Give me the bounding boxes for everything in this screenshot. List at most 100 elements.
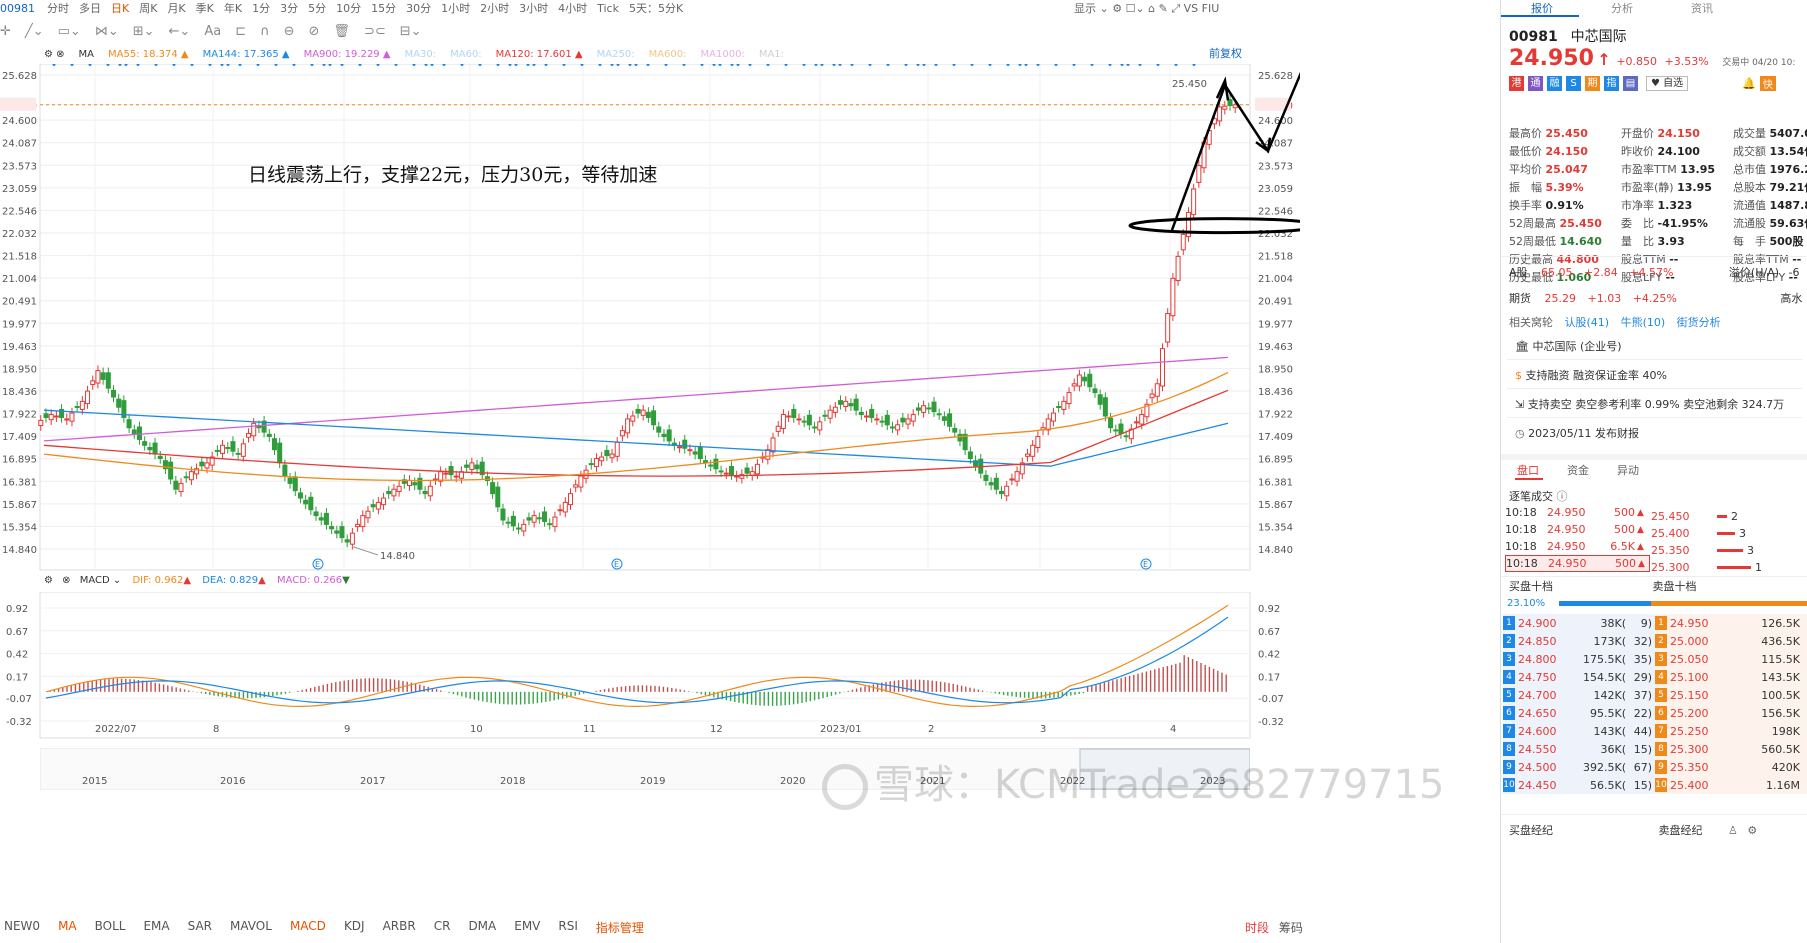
macd-chart[interactable]: 0.92 0.92 0.67 0.67 0.42 0.42 0.17 0.17 -0.07 -0.… bbox=[0, 592, 1300, 742]
indicator-tab[interactable]: SAR bbox=[188, 919, 212, 937]
indicator-tab[interactable]: CR bbox=[434, 919, 451, 937]
ask-level[interactable]: 4 25.100 143.5K bbox=[1655, 668, 1807, 686]
indicator-tab[interactable]: MACD bbox=[290, 919, 326, 937]
short-badge-icon[interactable]: S bbox=[1566, 76, 1581, 91]
ma-settings-icon[interactable]: ⚙ ⊗ bbox=[44, 49, 65, 63]
period-tab[interactable]: 日K bbox=[111, 0, 129, 16]
indicator-tab[interactable]: EMV bbox=[514, 919, 540, 937]
futures-row[interactable]: 期货 25.29 +1.03 +4.25% 高水 bbox=[1509, 290, 1802, 306]
ask-level[interactable]: 3 25.050 115.5K bbox=[1655, 650, 1807, 668]
period-tab[interactable]: 季K bbox=[196, 0, 214, 16]
tab-quote[interactable]: 报价 bbox=[1531, 0, 1553, 16]
bid-level[interactable]: 7 24.600 143K(44) bbox=[1503, 722, 1655, 740]
period-tab[interactable]: 3小时 bbox=[519, 0, 548, 16]
bid-level[interactable]: 1 24.900 38K(9) bbox=[1503, 614, 1655, 632]
index-badge-icon[interactable]: 指 bbox=[1604, 76, 1619, 91]
bid-level[interactable]: 9 24.500 392.5K(67) bbox=[1503, 758, 1655, 776]
macd-close-icon[interactable]: ⊗ bbox=[62, 575, 70, 586]
period-tab[interactable]: 1小时 bbox=[441, 0, 470, 16]
ask-level[interactable]: 9 25.350 420K bbox=[1655, 758, 1807, 776]
period-tab[interactable]: 30分 bbox=[406, 0, 431, 16]
chevron-down-icon[interactable]: ⌄ bbox=[113, 575, 121, 586]
indicator-tab[interactable]: BOLL bbox=[95, 919, 126, 937]
period-tab[interactable]: 2小时 bbox=[480, 0, 509, 16]
period-tab[interactable]: 年K bbox=[224, 0, 242, 16]
tab-anomaly[interactable]: 异动 bbox=[1617, 462, 1639, 478]
bid-level[interactable]: 2 24.850 173K(32) bbox=[1503, 632, 1655, 650]
ask-level[interactable]: 2 25.000 436.5K bbox=[1655, 632, 1807, 650]
indicator-tab[interactable]: MAVOL bbox=[230, 919, 272, 937]
period-tab[interactable]: 周K bbox=[139, 0, 157, 16]
bell-icon[interactable]: 🔔 bbox=[1742, 77, 1756, 90]
period-tab[interactable]: Tick bbox=[597, 2, 619, 15]
ask-level[interactable]: 7 25.250 198K bbox=[1655, 722, 1807, 740]
qfq-toggle[interactable]: 前复权 bbox=[1209, 45, 1242, 61]
crosshair-icon[interactable]: ✛ bbox=[0, 24, 11, 39]
bull-bear-link[interactable]: 牛熊(10) bbox=[1621, 316, 1666, 329]
ask-level[interactable]: 6 25.200 156.5K bbox=[1655, 704, 1807, 722]
layout-icon[interactable]: ⊟⌄ bbox=[400, 24, 422, 39]
period-tab[interactable]: 多日 bbox=[79, 0, 101, 16]
bid-level[interactable]: 10 24.450 56.5K(15) bbox=[1503, 776, 1655, 794]
bid-level[interactable]: 3 24.800 175.5K(35) bbox=[1503, 650, 1655, 668]
quick-trade-button[interactable]: 快 bbox=[1759, 76, 1776, 91]
hk-badge-icon[interactable]: 港 bbox=[1509, 76, 1524, 91]
trash-icon[interactable]: 🗑 bbox=[333, 24, 350, 39]
text-tool-icon[interactable]: Aa bbox=[204, 24, 221, 39]
indicator-tab[interactable]: RSI bbox=[558, 919, 578, 937]
doc-badge-icon[interactable]: ▤ bbox=[1623, 76, 1638, 91]
margin-badge-icon[interactable]: 融 bbox=[1547, 76, 1562, 91]
period-tab[interactable]: 1分 bbox=[252, 0, 270, 16]
bid-level[interactable]: 4 24.750 154.5K(29) bbox=[1503, 668, 1655, 686]
indicator-tab[interactable]: ARBR bbox=[383, 919, 416, 937]
stock-code-tab[interactable]: 00981 bbox=[0, 2, 35, 15]
period-tab[interactable]: 10分 bbox=[336, 0, 361, 16]
indicator-tab[interactable]: DMA bbox=[468, 919, 496, 937]
ask-level[interactable]: 10 25.400 1.16M bbox=[1655, 776, 1807, 794]
candlestick-chart[interactable]: 25.62825.62824.95024.95024.60024.60024.0… bbox=[0, 64, 1300, 574]
indicator-tab[interactable]: MA bbox=[58, 919, 77, 937]
info-item-earnings[interactable]: ◷ 2023/05/11 发布财报 bbox=[1507, 419, 1802, 447]
a-share-row[interactable]: A股 65.05 +2.84 +4.57% 溢价(H/A) -6 bbox=[1509, 264, 1799, 280]
shape-tool-icon[interactable]: ▭⌄ bbox=[58, 24, 81, 39]
measure-tool-icon[interactable]: ⊏ bbox=[235, 24, 246, 39]
ask-level[interactable]: 5 25.150 100.5K bbox=[1655, 686, 1807, 704]
call-warrants-link[interactable]: 认股(41) bbox=[1565, 316, 1610, 329]
fork-tool-icon[interactable]: ⋈⌄ bbox=[95, 24, 119, 39]
info-item-margin[interactable]: $ 支持融资 融资保证金率 40% bbox=[1507, 361, 1802, 389]
ask-level[interactable]: 1 24.950 126.5K bbox=[1655, 614, 1807, 632]
info-item-company[interactable]: 🏛 中芯国际 (企业号) bbox=[1507, 332, 1802, 360]
watchlist-button[interactable]: ♥ 自选 bbox=[1646, 76, 1689, 91]
hide-icon[interactable]: ⊘ bbox=[309, 24, 320, 39]
tab-funds[interactable]: 资金 bbox=[1567, 462, 1589, 478]
ask-level[interactable]: 8 25.300 560.5K bbox=[1655, 740, 1807, 758]
link-icon[interactable]: ⊃⊂ bbox=[364, 24, 386, 39]
arrow-tool-icon[interactable]: ←⌄ bbox=[169, 24, 191, 39]
bid-level[interactable]: 6 24.650 95.5K(22) bbox=[1503, 704, 1655, 722]
display-menu[interactable]: 显示 ⌄ ⚙ ☐⌄ ⌂ ✎ ⤢ VS FIU bbox=[1074, 0, 1219, 16]
option-badge-icon[interactable]: 期 bbox=[1585, 76, 1600, 91]
indicator-tab[interactable]: NEW0 bbox=[4, 919, 40, 937]
period-tab[interactable]: 5分 bbox=[308, 0, 326, 16]
line-tool-icon[interactable]: ╱⌄ bbox=[25, 24, 44, 39]
settings-icon[interactable]: ⚙ bbox=[1747, 824, 1757, 837]
magnet-icon[interactable]: ∩ bbox=[260, 24, 270, 39]
fibonacci-tool-icon[interactable]: ⊞⌄ bbox=[133, 24, 155, 39]
tab-orderbook[interactable]: 盘口 bbox=[1517, 462, 1539, 478]
indicator-tab[interactable]: KDJ bbox=[344, 919, 365, 937]
period-tab[interactable]: 分时 bbox=[47, 0, 69, 16]
info-item-short[interactable]: ⇲ 支持卖空 卖空参考利率 0.99% 卖空池剩余 324.7万 bbox=[1507, 390, 1802, 418]
macd-settings-icon[interactable]: ⚙ bbox=[44, 575, 53, 586]
tab-time-period[interactable]: 时段 bbox=[1245, 921, 1269, 935]
street-analysis-link[interactable]: 街货分析 bbox=[1677, 316, 1721, 329]
period-tab[interactable]: 3分 bbox=[280, 0, 298, 16]
period-tab[interactable]: 4小时 bbox=[558, 0, 587, 16]
indicator-tab[interactable]: 指标管理 bbox=[596, 919, 644, 937]
period-tab[interactable]: 月K bbox=[167, 0, 185, 16]
period-tab[interactable]: 5天：5分K bbox=[629, 0, 683, 16]
period-tab[interactable]: 15分 bbox=[371, 0, 396, 16]
bid-level[interactable]: 8 24.550 36K(15) bbox=[1503, 740, 1655, 758]
tab-news[interactable]: 资讯 bbox=[1691, 0, 1713, 16]
person-icon[interactable]: ♙ bbox=[1728, 824, 1738, 837]
tab-chips[interactable]: 筹码 bbox=[1279, 921, 1303, 935]
